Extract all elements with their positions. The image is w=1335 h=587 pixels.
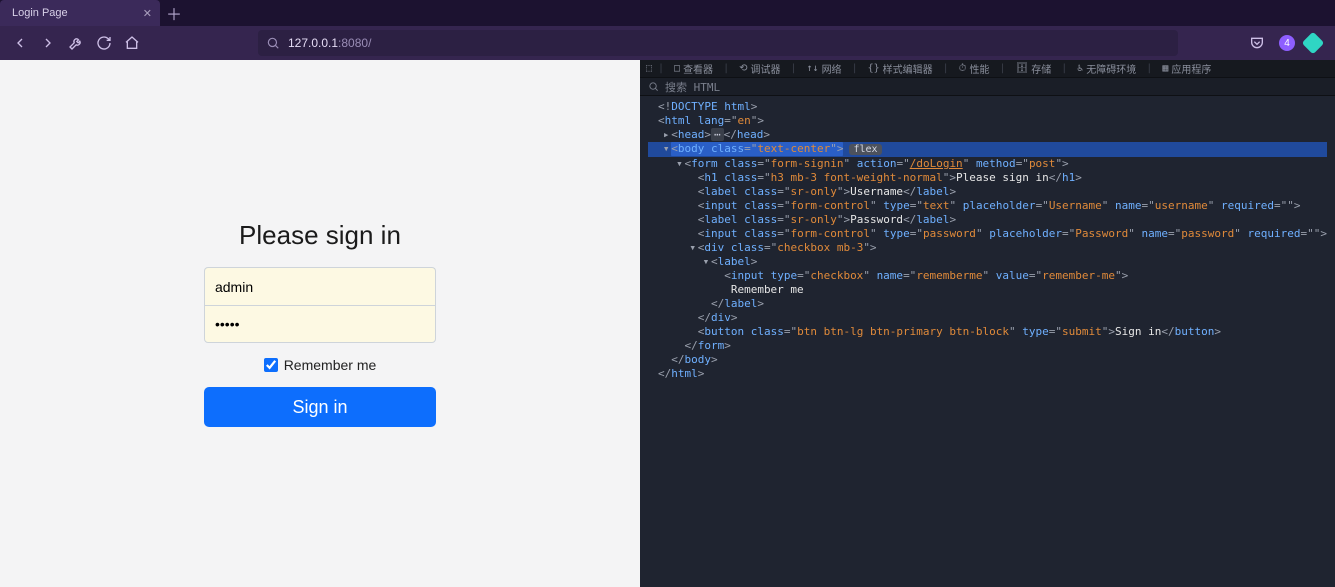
devtools-tab[interactable]: ⟲调试器 (735, 61, 784, 76)
devtools-tabbar[interactable]: ⬚ | □查看器| ⟲调试器| ↑↓网络| {}样式编辑器| ⏱性能| 🗄存储|… (640, 60, 1335, 78)
dom-tree-line[interactable]: ▾<form class="form-signin" action="/doLo… (648, 157, 1327, 171)
content-area: Please sign in Remember me Sign in ⬚ | □… (0, 60, 1335, 587)
remember-me-label: Remember me (284, 357, 377, 373)
dom-tree-line[interactable]: <label class="sr-only">Username</label> (648, 185, 1327, 199)
dom-tree-line[interactable]: <!DOCTYPE html> (648, 100, 1327, 114)
dom-tree-line[interactable]: <html lang="en"> (648, 114, 1327, 128)
toolbar-right: 4 (1245, 31, 1327, 55)
devtools-tab[interactable]: ♿无障碍环境 (1073, 61, 1140, 76)
devtools-search[interactable]: 搜索 HTML (640, 78, 1335, 96)
wrench-icon[interactable] (64, 31, 88, 55)
dom-tree-line[interactable]: </form> (648, 339, 1327, 353)
devtools-tab[interactable]: {}样式编辑器 (864, 61, 937, 76)
devtools-tab[interactable]: ↑↓网络 (803, 61, 846, 76)
extension-icon[interactable] (1302, 32, 1325, 55)
dom-tree-line[interactable]: ▾<body class="text-center">flex (648, 142, 1327, 157)
devtools-dom-tree[interactable]: <!DOCTYPE html> <html lang="en"> ▸<head>… (640, 96, 1335, 587)
inspector-icon[interactable]: ⬚ (646, 63, 652, 74)
toolbar: 127.0.0.1:8080/ 4 (0, 26, 1335, 60)
browser-chrome: Login Page ✕ ＋ 127.0.0.1:8080/ 4 (0, 0, 1335, 60)
page-viewport: Please sign in Remember me Sign in (0, 60, 640, 587)
tab-title: Login Page (12, 7, 68, 19)
devtools-tab[interactable]: ▦应用程序 (1158, 61, 1215, 76)
reload-button[interactable] (92, 31, 116, 55)
remember-me-checkbox[interactable] (264, 358, 278, 372)
password-input[interactable] (204, 305, 436, 343)
dom-tree-line[interactable]: Remember me (648, 283, 1327, 297)
close-tab-icon[interactable]: ✕ (143, 7, 152, 20)
pocket-icon[interactable] (1245, 31, 1269, 55)
username-input[interactable] (204, 267, 436, 305)
dom-tree-line[interactable]: <input class="form-control" type="text" … (648, 199, 1327, 213)
devtools-search-placeholder: 搜索 HTML (665, 79, 720, 95)
search-icon (648, 81, 659, 92)
dom-tree-line[interactable]: </label> (648, 297, 1327, 311)
dom-tree-line[interactable]: <button class="btn btn-lg btn-primary bt… (648, 325, 1327, 339)
dom-tree-line[interactable]: </html> (648, 367, 1327, 381)
forward-button[interactable] (36, 31, 60, 55)
dom-tree-line[interactable]: ▾<label> (648, 255, 1327, 269)
devtools-tab[interactable]: □查看器 (670, 61, 717, 76)
tab-bar: Login Page ✕ ＋ (0, 0, 1335, 26)
address-bar[interactable]: 127.0.0.1:8080/ (258, 30, 1178, 56)
browser-tab[interactable]: Login Page ✕ (0, 0, 160, 26)
sign-in-button[interactable]: Sign in (204, 387, 436, 427)
search-icon (266, 36, 280, 50)
notification-badge[interactable]: 4 (1279, 35, 1295, 51)
login-form: Please sign in Remember me Sign in (204, 220, 436, 427)
login-heading: Please sign in (204, 220, 436, 251)
back-button[interactable] (8, 31, 32, 55)
dom-tree-line[interactable]: <label class="sr-only">Password</label> (648, 213, 1327, 227)
dom-tree-line[interactable]: <h1 class="h3 mb-3 font-weight-normal">P… (648, 171, 1327, 185)
dom-tree-line[interactable]: ▾<div class="checkbox mb-3"> (648, 241, 1327, 255)
dom-tree-line[interactable]: ▸<head>⋯</head> (648, 128, 1327, 142)
devtools-tab[interactable]: ⏱性能 (955, 61, 994, 76)
address-text: 127.0.0.1:8080/ (288, 36, 371, 50)
dom-tree-line[interactable]: </div> (648, 311, 1327, 325)
devtools-tab[interactable]: 🗄存储 (1012, 61, 1056, 76)
new-tab-button[interactable]: ＋ (160, 0, 188, 26)
dom-tree-line[interactable]: <input type="checkbox" name="rememberme"… (648, 269, 1327, 283)
dom-tree-line[interactable]: </body> (648, 353, 1327, 367)
devtools-panel: ⬚ | □查看器| ⟲调试器| ↑↓网络| {}样式编辑器| ⏱性能| 🗄存储|… (640, 60, 1335, 587)
dom-tree-line[interactable]: <input class="form-control" type="passwo… (648, 227, 1327, 241)
remember-me-row[interactable]: Remember me (204, 357, 436, 373)
home-button[interactable] (120, 31, 144, 55)
